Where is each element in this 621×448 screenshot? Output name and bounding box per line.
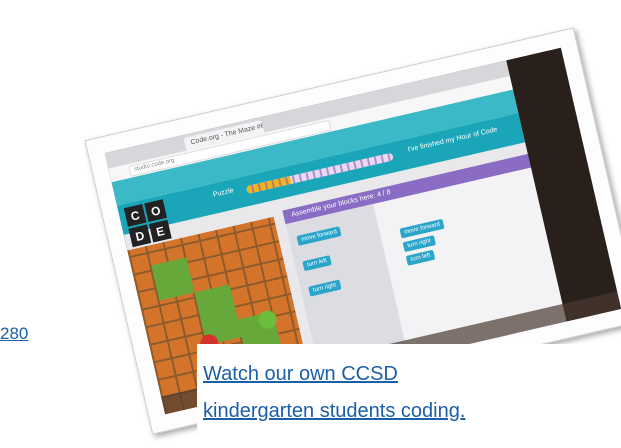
code-logo[interactable]: C O D E xyxy=(123,199,172,248)
caption-line-2: kindergarten students coding. xyxy=(203,400,466,422)
logo-letter: D xyxy=(128,224,152,248)
grass-tile xyxy=(194,284,242,346)
logo-letter: O xyxy=(144,199,167,223)
logo-letter: E xyxy=(148,219,172,243)
caption-box: Watch our own CCSD kindergarten students… xyxy=(197,344,614,438)
logo-letter: C xyxy=(123,203,147,227)
side-link[interactable]: 280 xyxy=(0,324,28,344)
grass-tile xyxy=(151,257,195,301)
caption-link[interactable]: Watch our own CCSD kindergarten students… xyxy=(197,344,614,430)
caption-line-1: Watch our own CCSD xyxy=(203,363,398,385)
